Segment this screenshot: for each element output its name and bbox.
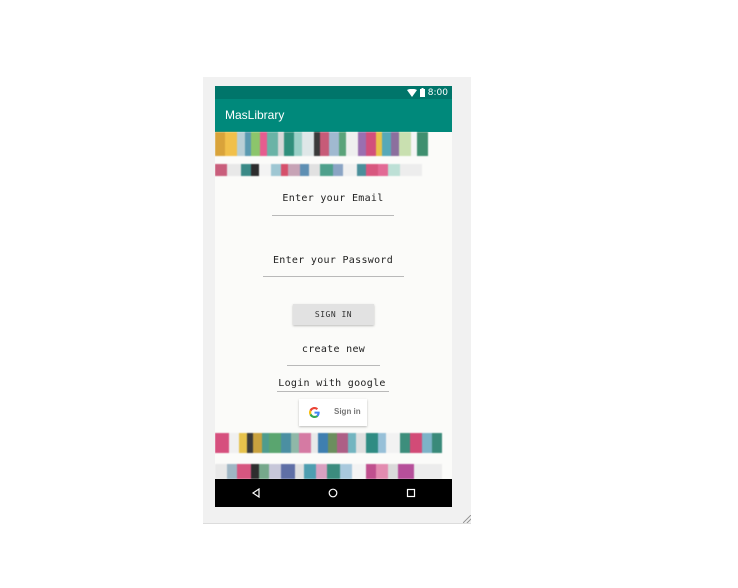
create-new-link[interactable]: create new <box>287 344 380 355</box>
google-sign-in-button[interactable]: Sign in <box>299 399 367 426</box>
phone-screen: 8:00 MasLibrary Enter your Email Enter y… <box>215 86 452 507</box>
back-triangle-icon[interactable] <box>249 486 263 500</box>
resize-handle[interactable] <box>463 515 471 523</box>
login-with-google-label[interactable]: Login with google <box>277 378 387 389</box>
password-input[interactable]: Enter your Password <box>263 255 403 266</box>
app-bar: MasLibrary <box>215 99 452 132</box>
bookshelf-banner-top-lower <box>215 164 452 176</box>
sign-in-button[interactable]: SIGN IN <box>293 304 374 325</box>
status-time: 8:00 <box>427 87 448 98</box>
email-input[interactable]: Enter your Email <box>272 193 394 204</box>
emulator-frame: 8:00 MasLibrary Enter your Email Enter y… <box>203 77 471 524</box>
google-sign-in-label: Sign in <box>334 407 361 416</box>
create-new-underline <box>287 365 380 366</box>
home-circle-icon[interactable] <box>326 486 340 500</box>
bookshelf-banner-top <box>215 132 452 156</box>
wifi-icon <box>406 88 417 97</box>
password-input-underline <box>263 276 404 277</box>
recents-square-icon[interactable] <box>404 486 418 500</box>
bookshelf-banner-bottom <box>215 433 452 453</box>
app-title: MasLibrary <box>225 108 285 122</box>
login-google-underline <box>277 391 389 392</box>
email-input-underline <box>272 215 394 216</box>
navigation-bar <box>215 479 452 507</box>
status-bar: 8:00 <box>215 86 452 99</box>
google-g-icon <box>309 407 320 418</box>
bookshelf-banner-bottom-lower <box>215 464 452 479</box>
battery-icon <box>419 88 425 97</box>
